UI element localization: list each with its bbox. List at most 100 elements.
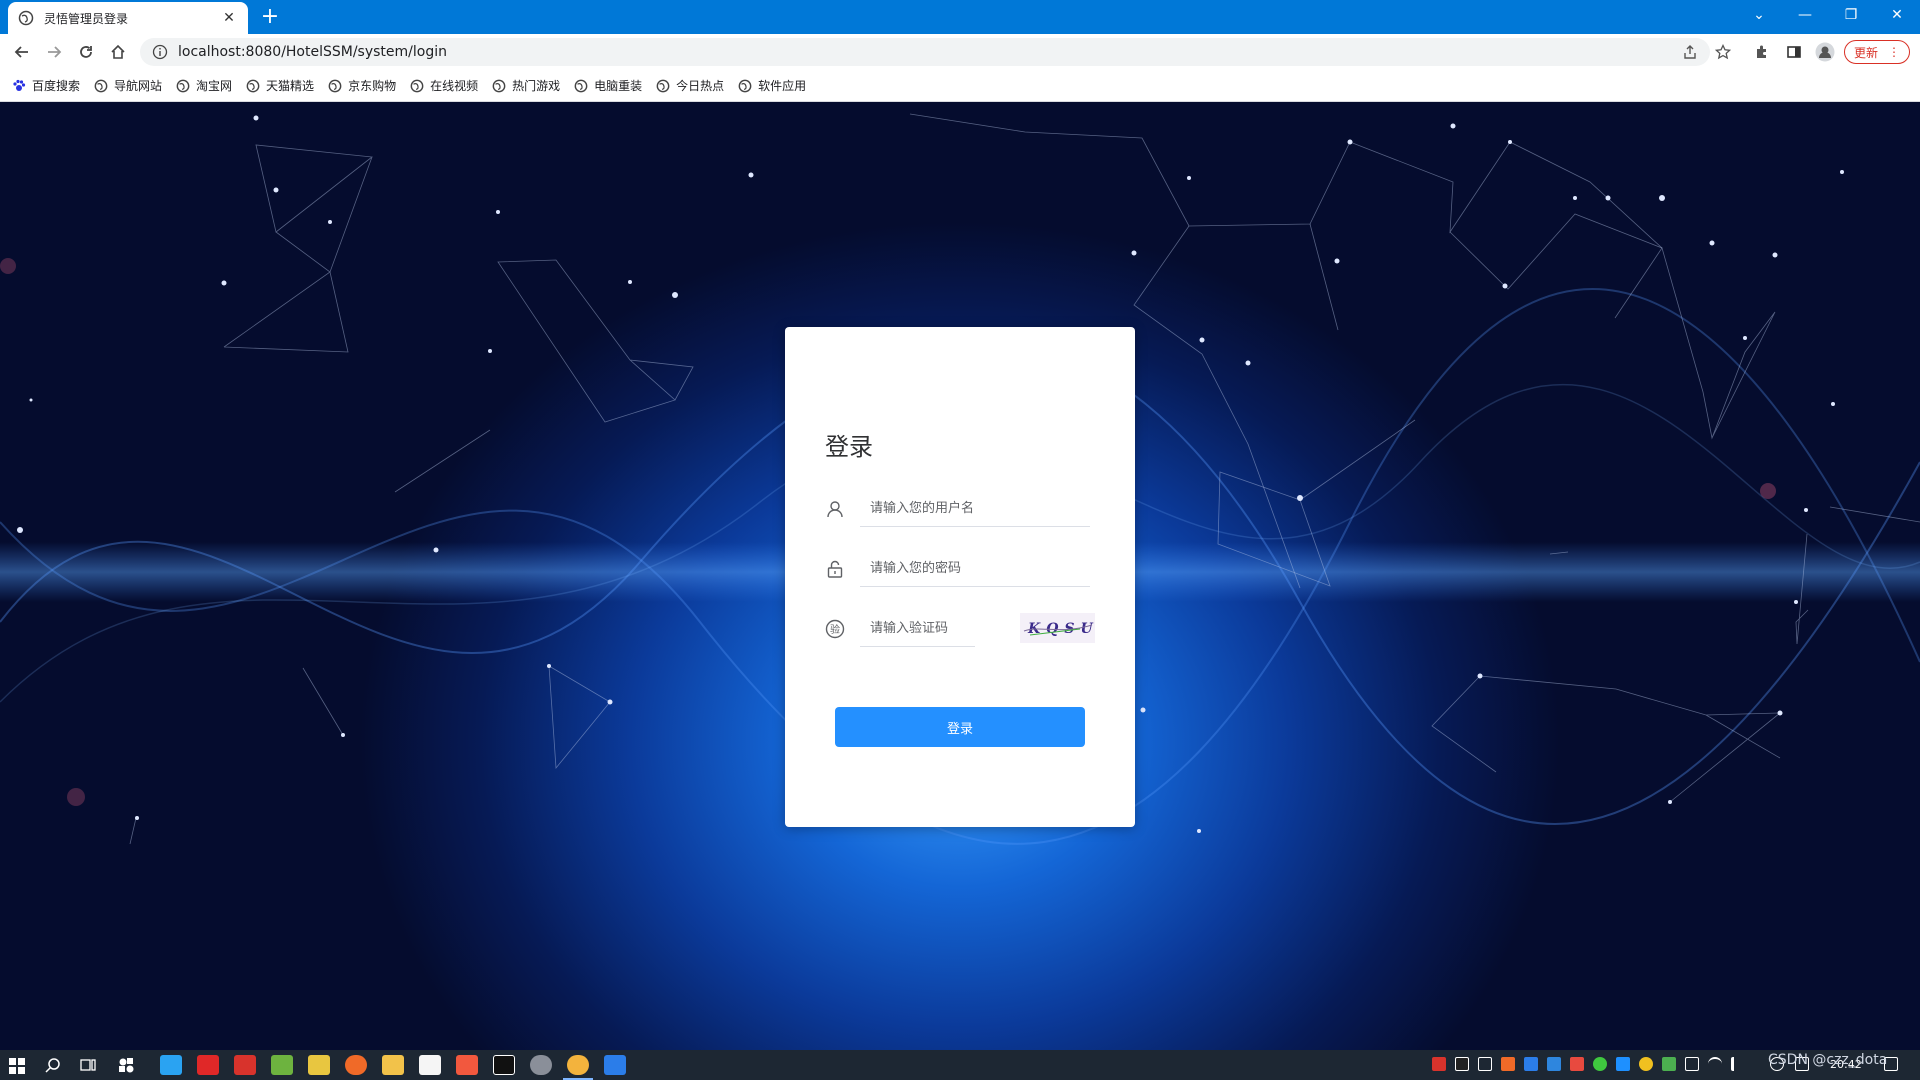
tab-title: 灵悟管理员登录 [44,11,129,26]
bookmark-label: 电脑重装 [594,79,643,93]
bookmark-item[interactable]: 软件应用 [738,77,806,94]
tray-volume-icon[interactable] [1731,1057,1745,1071]
close-window-button[interactable]: ✕ [1874,0,1920,30]
bookmark-item[interactable]: 京东购物 [328,77,396,94]
tray-icon[interactable] [1547,1057,1561,1071]
taskbar-app-wps-icon[interactable] [234,1055,256,1075]
login-title: 登录 [825,433,873,461]
bookmark-item[interactable]: 淘宝网 [176,77,232,94]
update-label: 更新 [1853,45,1878,60]
update-button[interactable]: 更新 ⋮ [1844,40,1910,64]
widgets-icon[interactable] [118,1057,134,1073]
side-panel-icon[interactable] [1784,42,1804,62]
task-view-icon[interactable] [80,1057,96,1073]
back-icon[interactable] [8,38,36,66]
minimize-button[interactable]: — [1782,0,1828,30]
browser-tab-strip: 灵悟管理员登录 ✕ + ⌄ — ❐ ✕ [0,0,1920,34]
verify-code-icon: 验 [825,619,845,639]
username-field [825,491,1095,527]
tray-security-icon[interactable] [1662,1057,1676,1071]
globe-icon [94,79,108,92]
taskbar-app-icon[interactable] [271,1055,293,1075]
tray-qq-icon[interactable] [1455,1057,1469,1071]
bookmark-star-icon[interactable] [1713,42,1733,62]
bookmark-label: 京东购物 [348,79,397,93]
csdn-watermark: CSDN @czz_dota [1768,1052,1888,1068]
globe-icon [246,79,260,92]
taskbar-app-icon[interactable] [345,1055,367,1075]
taskbar-app-icon[interactable] [456,1055,478,1075]
bookmark-item[interactable]: 在线视频 [410,77,478,94]
taskbar-app-folder-icon[interactable] [382,1055,404,1075]
search-icon[interactable] [45,1057,61,1073]
bookmark-item[interactable]: 热门游戏 [492,77,560,94]
taskbar-app-icon[interactable] [419,1055,441,1075]
user-icon [827,501,843,518]
tray-icon[interactable] [1478,1057,1492,1071]
login-card: 登录 验 KQSU 登录 [785,327,1135,827]
captcha-input[interactable] [860,611,975,647]
captcha-field: 验 KQSU [825,611,1095,647]
globe-icon [492,79,506,92]
windows-start-icon[interactable] [9,1058,25,1074]
bookmark-item[interactable]: 今日热点 [656,77,724,94]
bookmark-label: 软件应用 [758,79,807,93]
bookmark-label: 百度搜索 [32,79,81,93]
tray-icon[interactable] [1639,1057,1653,1071]
home-icon[interactable] [104,38,132,66]
taskbar-app-notes-icon[interactable] [308,1055,330,1075]
captcha-image[interactable]: KQSU [1020,613,1095,643]
login-page-background: 登录 验 KQSU 登录 [0,102,1920,1050]
new-tab-button[interactable]: + [258,4,282,30]
taskbar-app-icon[interactable] [197,1055,219,1075]
verify-code-icon-char: 验 [830,623,840,636]
bookmark-item[interactable]: 天猫精选 [246,77,314,94]
tray-bluetooth-icon[interactable] [1616,1057,1630,1071]
tab-search-icon[interactable]: ⌄ [1736,0,1782,30]
forward-icon[interactable] [40,38,68,66]
tray-wifi-icon[interactable] [1708,1057,1722,1071]
tray-icon[interactable] [1524,1057,1538,1071]
password-field [825,551,1095,587]
extensions-icon[interactable] [1752,42,1772,62]
taskbar-app-settings-icon[interactable] [530,1055,552,1075]
taskbar-app-icon[interactable] [604,1055,626,1075]
site-info-icon[interactable] [152,44,168,60]
more-menu-icon: ⋮ [1888,45,1900,59]
bookmark-label: 在线视频 [430,79,479,93]
taskbar-app-intellij-icon[interactable] [493,1055,515,1075]
url-text: localhost:8080/HotelSSM/system/login [178,44,447,60]
globe-icon [176,79,190,92]
taskbar-app-chrome-icon[interactable] [563,1055,593,1080]
browser-tab[interactable]: 灵悟管理员登录 ✕ [8,2,248,34]
reload-icon[interactable] [72,38,100,66]
bookmark-label: 导航网站 [114,79,163,93]
bookmark-item[interactable]: 电脑重装 [574,77,642,94]
bookmark-item[interactable]: 导航网站 [94,77,162,94]
bookmark-label: 热门游戏 [512,79,561,93]
share-icon[interactable] [1680,42,1700,62]
address-bar[interactable]: localhost:8080/HotelSSM/system/login [140,38,1710,66]
bookmark-label: 天猫精选 [266,79,315,93]
tray-wechat-icon[interactable] [1593,1057,1607,1071]
username-input[interactable] [860,491,1090,527]
taskbar-app-browser-icon[interactable] [160,1055,182,1075]
browser-toolbar: localhost:8080/HotelSSM/system/login 更新 … [0,34,1920,70]
lock-icon [827,560,843,578]
login-button[interactable]: 登录 [835,707,1085,747]
restore-button[interactable]: ❐ [1828,0,1874,30]
bookmark-label: 淘宝网 [196,79,233,93]
tray-icon[interactable] [1501,1057,1515,1071]
tray-battery-icon[interactable] [1685,1057,1699,1071]
tray-icon[interactable] [1570,1057,1584,1071]
globe-icon [574,79,588,92]
bookmark-item[interactable]: 百度搜索 [12,77,80,94]
paw-icon [13,79,26,91]
profile-avatar-icon[interactable] [1815,42,1835,62]
close-tab-icon[interactable]: ✕ [220,10,238,26]
globe-icon [328,79,342,92]
windows-taskbar: 20:42 [0,1050,1920,1080]
tray-wps-icon[interactable] [1432,1057,1446,1071]
password-input[interactable] [860,551,1090,587]
bookmarks-bar: 百度搜索 导航网站 淘宝网 天猫精选 京东购物 在线视频 热门游戏 电脑重装 今… [0,70,1920,102]
